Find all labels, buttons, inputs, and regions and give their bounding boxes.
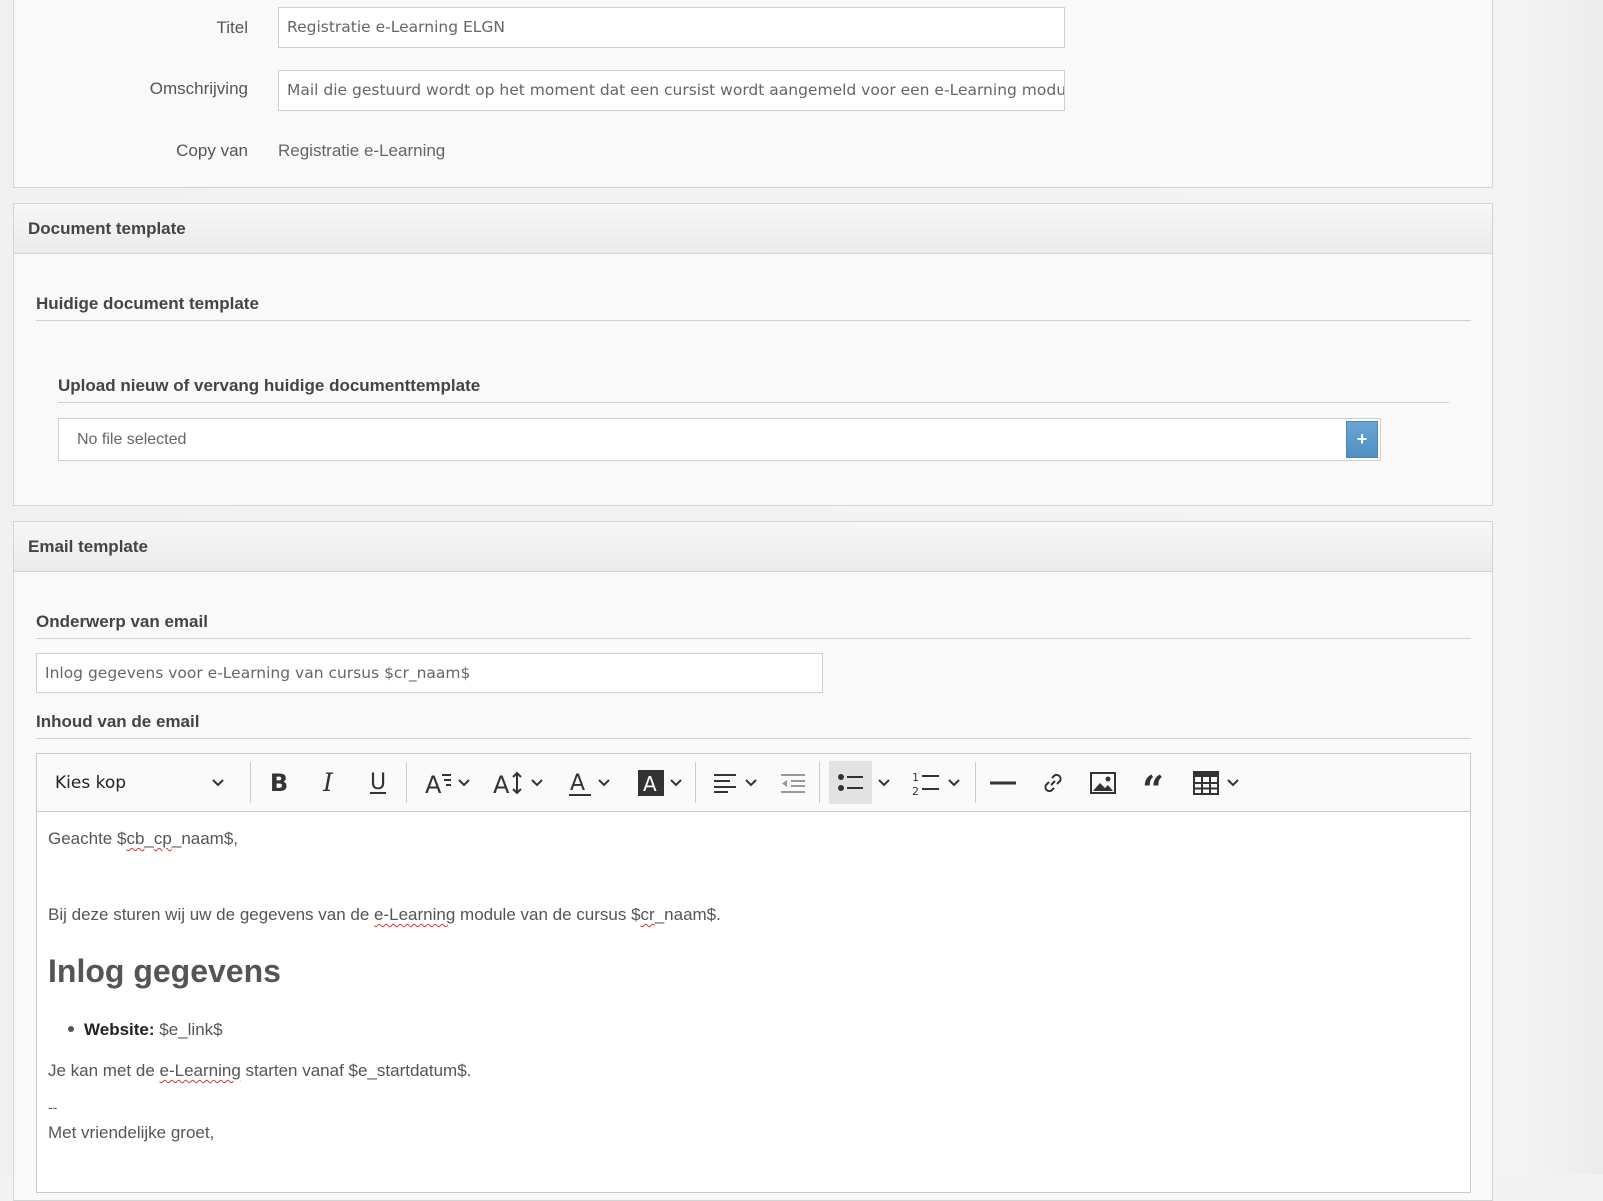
font-color-button[interactable]: A <box>561 761 617 804</box>
chevron-down-icon <box>598 778 610 787</box>
content-heading: Inlog gegevens <box>48 953 281 989</box>
font-size-icon: A <box>493 770 525 796</box>
chevron-down-icon <box>948 778 960 787</box>
bullet-icon <box>68 1025 74 1032</box>
description-label: Omschrijving <box>149 79 248 98</box>
chevron-down-icon <box>211 778 225 788</box>
closing-paragraph: Met vriendelijke groet, <box>48 1123 215 1142</box>
italic-icon: I <box>323 768 333 797</box>
font-size-button[interactable]: A <box>487 761 549 804</box>
upload-document-template-title: Upload nieuw of vervang huidige document… <box>58 376 1449 403</box>
signature-dash: -- <box>48 1099 58 1115</box>
toolbar-separator <box>819 762 820 803</box>
svg-text:A: A <box>425 771 442 796</box>
align-button[interactable] <box>705 761 765 804</box>
add-file-button[interactable]: + <box>1346 421 1378 458</box>
chevron-down-icon <box>670 778 682 787</box>
start-paragraph: Je kan met de e-Learning starten vanaf $… <box>48 1061 472 1080</box>
bold-icon: B <box>269 768 289 797</box>
align-left-icon <box>713 773 737 793</box>
italic-button[interactable]: I <box>310 761 346 804</box>
email-body-title: Inhoud van de email <box>36 712 1471 739</box>
rich-text-editor[interactable]: Kies kop B I U A A A A 1 2 “ Geachte $cb… <box>36 753 1471 1193</box>
heading-select-label: Kies kop <box>55 772 127 793</box>
link-icon <box>1041 771 1065 795</box>
image-icon <box>1090 771 1116 794</box>
title-input[interactable]: Registratie e-Learning ELGN <box>278 7 1065 48</box>
heading-select[interactable]: Kies kop <box>45 761 235 804</box>
image-button[interactable] <box>1085 761 1121 804</box>
toolbar-separator <box>695 762 696 803</box>
toolbar-separator <box>975 762 976 803</box>
bulleted-list-options[interactable] <box>873 761 895 804</box>
chevron-down-icon <box>878 778 890 787</box>
email-subject-input[interactable]: Inlog gegevens voor e-Learning van cursu… <box>36 653 823 693</box>
svg-text:A: A <box>643 772 657 796</box>
intro-paragraph: Bij deze sturen wij uw de gegevens van d… <box>48 905 721 924</box>
font-family-icon: A <box>424 770 452 796</box>
horizontal-line-button[interactable] <box>985 761 1021 804</box>
copy-row: Copy van Registratie e-Learning <box>0 131 1100 171</box>
table-icon <box>1193 770 1219 795</box>
blockquote-icon: “ <box>1142 770 1164 795</box>
chevron-down-icon <box>531 778 543 787</box>
outdent-button[interactable] <box>775 761 811 804</box>
chevron-down-icon <box>458 778 470 787</box>
copy-label: Copy van <box>176 141 248 160</box>
font-background-icon: A <box>638 769 664 796</box>
numbered-list-button[interactable]: 12 <box>903 761 969 804</box>
underline-button[interactable]: U <box>360 761 396 804</box>
description-input[interactable]: Mail die gestuurd wordt op het moment da… <box>278 70 1065 111</box>
title-row: Titel Registratie e-Learning ELGN <box>0 7 1100 48</box>
outdent-icon <box>780 773 806 793</box>
numbered-list-icon: 12 <box>912 770 940 796</box>
current-document-template-title: Huidige document template <box>36 294 1471 321</box>
horizontal-line-icon <box>990 781 1016 785</box>
chevron-down-icon <box>745 778 757 787</box>
greeting-paragraph: Geachte $cb_cp_naam$, <box>48 829 239 848</box>
svg-text:A: A <box>493 771 510 796</box>
list-item: Website: $e_link$ <box>68 1018 223 1042</box>
description-row: Omschrijving Mail die gestuurd wordt op … <box>0 70 1100 111</box>
editor-toolbar: Kies kop B I U A A A A 1 2 “ <box>37 754 1470 812</box>
bold-button[interactable]: B <box>261 761 297 804</box>
table-button[interactable] <box>1185 761 1247 804</box>
bulleted-list-button[interactable] <box>829 761 872 804</box>
svg-text:A: A <box>570 771 585 796</box>
bulleted-list-icon <box>837 773 864 793</box>
font-color-icon: A <box>568 769 592 797</box>
title-label: Titel <box>216 18 249 37</box>
document-template-heading: Document template <box>14 204 1492 254</box>
file-picker[interactable]: No file selected + <box>58 418 1381 461</box>
link-button[interactable] <box>1035 761 1071 804</box>
svg-text:1: 1 <box>912 771 919 784</box>
toolbar-separator <box>250 762 251 803</box>
file-status-text: No file selected <box>77 431 187 448</box>
font-background-button[interactable]: A <box>631 761 689 804</box>
toolbar-separator <box>406 762 407 803</box>
blockquote-button[interactable]: “ <box>1135 761 1171 804</box>
chevron-down-icon <box>1227 778 1239 787</box>
svg-text:2: 2 <box>912 785 919 796</box>
copy-value: Registratie e-Learning <box>278 141 446 160</box>
email-template-heading: Email template <box>14 522 1492 572</box>
email-subject-title: Onderwerp van email <box>36 612 1471 639</box>
list-item-value: $e_link$ <box>154 1020 223 1039</box>
list-item-label: Website: <box>84 1020 155 1039</box>
underline-icon: U <box>369 770 387 795</box>
font-family-button[interactable]: A <box>417 761 477 804</box>
